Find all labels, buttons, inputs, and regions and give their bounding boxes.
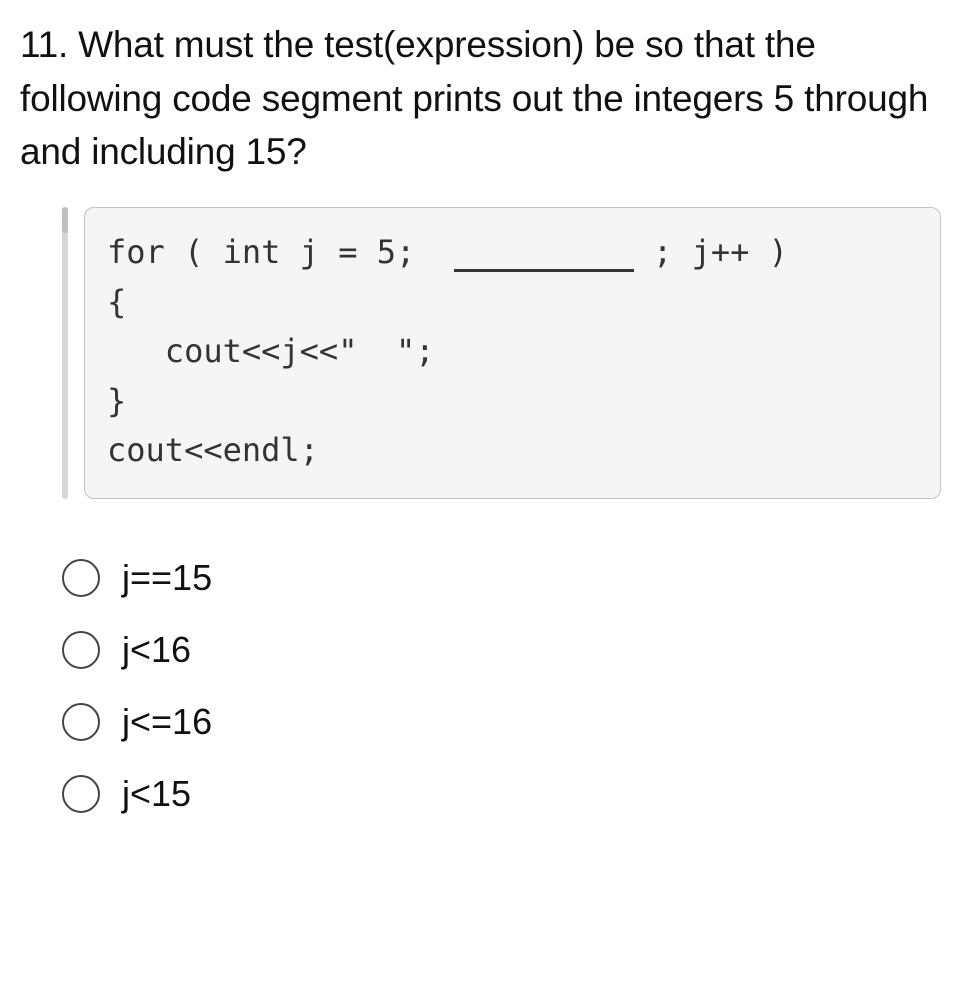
option-3[interactable]: j<=16 — [62, 703, 941, 741]
blank-underline — [454, 269, 634, 272]
code-line-3: cout<<j<<" "; — [107, 332, 435, 370]
code-line-5: cout<<endl; — [107, 431, 319, 469]
code-line-2: { — [107, 283, 126, 321]
option-label: j<15 — [122, 776, 191, 812]
radio-icon[interactable] — [62, 775, 100, 813]
code-line-1a: for ( int j = 5; — [107, 233, 454, 271]
code-block-wrap: for ( int j = 5; ; j++ ) { cout<<j<<" ";… — [62, 207, 941, 499]
option-label: j==15 — [122, 560, 212, 596]
option-4[interactable]: j<15 — [62, 775, 941, 813]
option-2[interactable]: j<16 — [62, 631, 941, 669]
radio-icon[interactable] — [62, 631, 100, 669]
code-block: for ( int j = 5; ; j++ ) { cout<<j<<" ";… — [84, 207, 941, 499]
option-label: j<16 — [122, 632, 191, 668]
options-group: j==15 j<16 j<=16 j<15 — [62, 559, 941, 813]
option-1[interactable]: j==15 — [62, 559, 941, 597]
radio-icon[interactable] — [62, 559, 100, 597]
code-line-4: } — [107, 382, 126, 420]
code-line-1b: ; j++ ) — [634, 233, 788, 271]
question-text: 11. What must the test(expression) be so… — [20, 18, 941, 179]
radio-icon[interactable] — [62, 703, 100, 741]
option-label: j<=16 — [122, 704, 212, 740]
